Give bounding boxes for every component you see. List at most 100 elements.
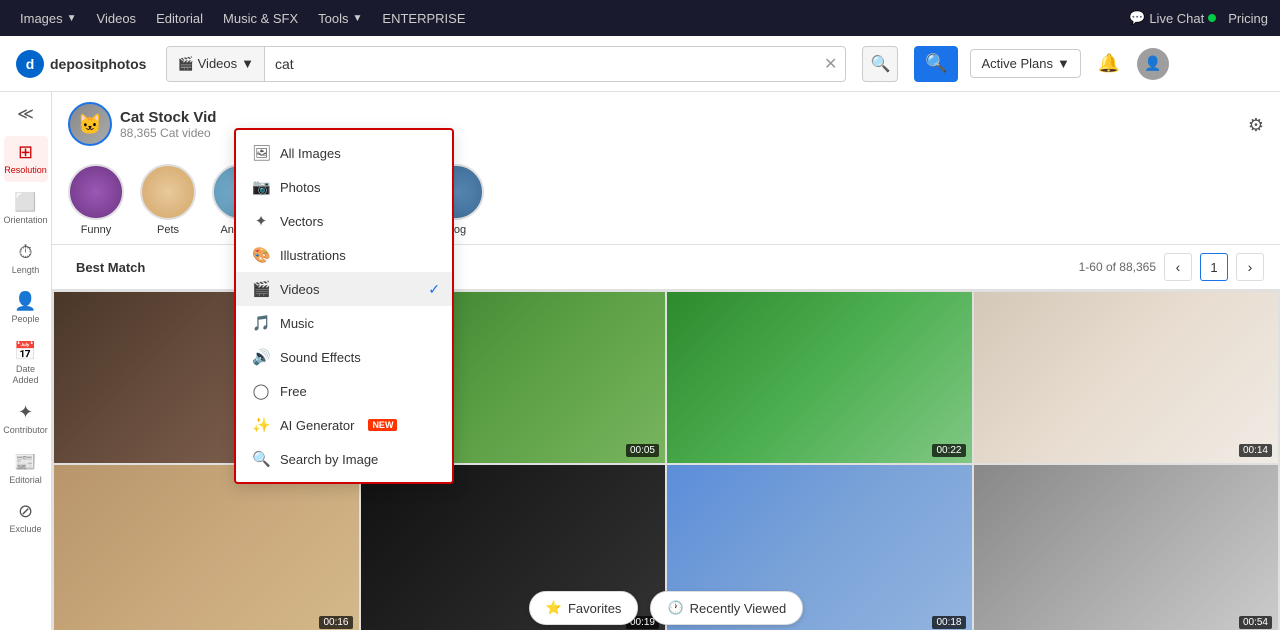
logo-text: depositphotos xyxy=(50,56,146,72)
video-search-icon: 🎬 xyxy=(177,56,193,72)
check-icon: ✓ xyxy=(428,281,440,298)
video-thumbnail-bg xyxy=(667,292,972,463)
recently-viewed-button[interactable]: 🕐 Recently Viewed xyxy=(650,591,803,625)
active-plans-arrow-icon: ▼ xyxy=(1057,56,1070,71)
page-title-block: Cat Stock Vid 88,365 Cat video xyxy=(120,109,216,140)
nav-images[interactable]: Images ▼ xyxy=(12,7,85,30)
clock-icon: 🕐 xyxy=(667,600,683,616)
date-added-icon: 📅 xyxy=(14,341,36,362)
dropdown-vectors[interactable]: ✦ Vectors xyxy=(236,204,452,238)
dropdown-free[interactable]: ◯ Free xyxy=(236,374,452,408)
video-duration: 00:22 xyxy=(932,444,965,457)
nav-videos[interactable]: Videos xyxy=(89,7,145,30)
nav-music-sfx[interactable]: Music & SFX xyxy=(215,7,306,30)
live-dot-indicator xyxy=(1208,14,1216,22)
ai-generator-icon: ✨ xyxy=(252,416,270,434)
nav-tools[interactable]: Tools ▼ xyxy=(310,7,370,30)
dropdown-sound-effects[interactable]: 🔊 Sound Effects xyxy=(236,340,452,374)
chat-icon: 💬 xyxy=(1129,10,1145,26)
dropdown-search-by-image[interactable]: 🔍 Search by Image xyxy=(236,442,452,476)
bell-icon: 🔔 xyxy=(1098,53,1120,74)
logo[interactable]: d depositphotos xyxy=(16,50,146,78)
search-input[interactable] xyxy=(265,56,816,72)
dropdown-all-images[interactable]: 🖼 All Images xyxy=(236,136,452,170)
dropdown-photos[interactable]: 📷 Photos xyxy=(236,170,452,204)
vectors-icon: ✦ xyxy=(252,212,270,230)
search-button[interactable]: 🔍 xyxy=(914,46,958,82)
sidebar-item-editorial[interactable]: 📰 Editorial xyxy=(4,446,48,492)
visual-search-button[interactable]: 🔍 xyxy=(862,46,898,82)
settings-icon-button[interactable]: ⚙ xyxy=(1248,115,1264,136)
search-type-dropdown: 🖼 All Images 📷 Photos ✦ Vectors 🎨 Illust… xyxy=(234,128,454,484)
dropdown-illustrations[interactable]: 🎨 Illustrations xyxy=(236,238,452,272)
category-pets[interactable]: Pets xyxy=(140,164,196,236)
video-duration: 00:14 xyxy=(1239,444,1272,457)
sidebar-item-contributor[interactable]: ✦ Contributor xyxy=(4,396,48,442)
illustrations-icon: 🎨 xyxy=(252,246,270,264)
table-row[interactable]: 00:14 xyxy=(974,292,1279,463)
tools-arrow-icon: ▼ xyxy=(353,13,363,24)
nav-enterprise[interactable]: ENTERPRISE xyxy=(374,7,473,30)
dropdown-ai-generator[interactable]: ✨ AI Generator NEW xyxy=(236,408,452,442)
video-duration: 00:05 xyxy=(626,444,659,457)
selector-arrow-icon: ▼ xyxy=(241,56,254,71)
top-nav-right: 💬 Live Chat Pricing xyxy=(1129,10,1268,26)
pricing-button[interactable]: Pricing xyxy=(1228,11,1268,26)
user-avatar[interactable]: 👤 xyxy=(1137,48,1169,80)
search-type-selector[interactable]: 🎬 Videos ▼ xyxy=(167,47,265,81)
top-nav: Images ▼ Videos Editorial Music & SFX To… xyxy=(0,0,1280,36)
search-by-image-icon: 🔍 xyxy=(252,450,270,468)
clear-search-button[interactable]: ✕ xyxy=(816,54,845,74)
pagination-current-page[interactable]: 1 xyxy=(1200,253,1228,281)
people-icon: 👤 xyxy=(14,291,36,312)
category-funny[interactable]: Funny xyxy=(68,164,124,236)
page-title: Cat Stock Vid xyxy=(120,109,216,126)
dropdown-music[interactable]: 🎵 Music xyxy=(236,306,452,340)
favorites-button[interactable]: ⭐ Favorites xyxy=(529,591,639,625)
logo-icon: d xyxy=(16,50,44,78)
editorial-icon: 📰 xyxy=(14,452,36,473)
sidebar-item-people[interactable]: 👤 People xyxy=(4,285,48,331)
dropdown-videos[interactable]: 🎬 Videos ✓ xyxy=(236,272,452,306)
best-match-button[interactable]: Best Match xyxy=(68,256,153,279)
bottom-bar: ⭐ Favorites 🕐 Recently Viewed xyxy=(52,586,1280,630)
search-input-wrap: 🎬 Videos ▼ ✕ xyxy=(166,46,846,82)
images-arrow-icon: ▼ xyxy=(67,13,77,24)
free-icon: ◯ xyxy=(252,382,270,400)
pagination-next-button[interactable]: › xyxy=(1236,253,1264,281)
left-sidebar: ≪ ⊞ Resolution ⬜ Orientation ⏱ Length 👤 … xyxy=(0,92,52,630)
sidebar-item-date-added[interactable]: 📅 Date Added xyxy=(4,335,48,392)
funny-circle-img xyxy=(68,164,124,220)
content-area: 🐱 Cat Stock Vid 88,365 Cat video ⚙ Funny… xyxy=(52,92,1280,630)
star-icon: ⭐ xyxy=(546,600,562,616)
resolution-icon: ⊞ xyxy=(18,142,33,163)
exclude-icon: ⊘ xyxy=(18,501,33,522)
active-plans-button[interactable]: Active Plans ▼ xyxy=(970,49,1080,78)
sidebar-item-length[interactable]: ⏱ Length xyxy=(4,236,48,282)
length-icon: ⏱ xyxy=(18,242,32,263)
visual-search-icon: 🔍 xyxy=(870,54,890,74)
photos-icon: 📷 xyxy=(252,178,270,196)
page-subtitle: 88,365 Cat video xyxy=(120,126,216,140)
search-magnifier-icon: 🔍 xyxy=(925,53,947,74)
pagination-prev-button[interactable]: ‹ xyxy=(1164,253,1192,281)
sidebar-item-exclude[interactable]: ⊘ Exclude xyxy=(4,495,48,541)
new-badge: NEW xyxy=(368,419,397,431)
table-row[interactable]: 00:22 xyxy=(667,292,972,463)
music-icon: 🎵 xyxy=(252,314,270,332)
live-chat-button[interactable]: 💬 Live Chat xyxy=(1129,10,1216,26)
notifications-button[interactable]: 🔔 xyxy=(1093,48,1125,80)
sidebar-item-orientation[interactable]: ⬜ Orientation xyxy=(4,186,48,232)
videos-icon: 🎬 xyxy=(252,280,270,298)
photos-cat-circle[interactable]: 🐱 xyxy=(68,102,112,146)
search-bar: d depositphotos 🎬 Videos ▼ ✕ 🔍 🔍 Active … xyxy=(0,36,1280,92)
sidebar-item-resolution[interactable]: ⊞ Resolution xyxy=(4,136,48,182)
orientation-icon: ⬜ xyxy=(14,192,36,213)
main-layout: ≪ ⊞ Resolution ⬜ Orientation ⏱ Length 👤 … xyxy=(0,92,1280,630)
sound-effects-icon: 🔊 xyxy=(252,348,270,366)
pagination-info: 1-60 of 88,365 xyxy=(1079,260,1156,274)
all-images-icon: 🖼 xyxy=(252,144,270,162)
sidebar-toggle-button[interactable]: ≪ xyxy=(8,100,44,128)
video-thumbnail-bg xyxy=(974,292,1279,463)
nav-editorial[interactable]: Editorial xyxy=(148,7,211,30)
